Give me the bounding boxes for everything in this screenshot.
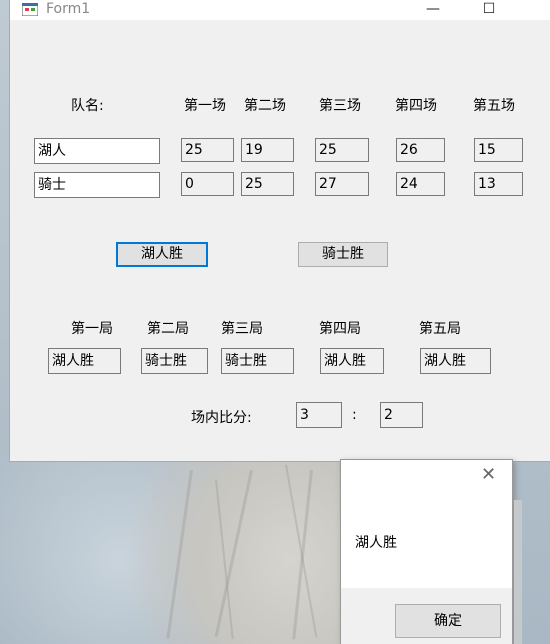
game-3-header: 第三场 [319,98,361,114]
app-icon [22,3,38,16]
score-left-input[interactable]: 3 [296,402,342,428]
team-name-label: 队名: [71,98,104,114]
round-4-label: 第四局 [319,321,361,337]
team-1-game-1-input[interactable]: 25 [181,138,234,162]
game-2-header: 第二场 [244,98,286,114]
background-scrollbar [514,500,522,644]
team-1-game-5-input[interactable]: 15 [474,138,523,162]
window-title: Form1 [46,1,91,17]
title-bar[interactable]: Form1 — ☐ [10,0,550,20]
main-window: Form1 — ☐ 队名: 第一场 第二场 第三场 第四场 第五场 湖人 25 … [9,0,550,462]
message-text: 湖人胜 [355,535,397,551]
team-1-game-4-input[interactable]: 26 [396,138,445,162]
cavs-win-button[interactable]: 骑士胜 [298,242,388,267]
team-2-game-3-input[interactable]: 27 [315,172,369,196]
message-box: ✕ 湖人胜 确定 [340,459,513,644]
ok-button[interactable]: 确定 [395,604,501,638]
game-4-header: 第四场 [395,98,437,114]
team-2-game-2-input[interactable]: 25 [241,172,294,196]
round-2-label: 第二局 [147,321,189,337]
lakers-win-button[interactable]: 湖人胜 [116,242,208,267]
team-1-name-input[interactable]: 湖人 [34,138,160,164]
game-1-header: 第一场 [184,98,226,114]
minimize-icon[interactable]: — [410,0,456,20]
team-1-game-3-input[interactable]: 25 [315,138,369,162]
round-3-label: 第三局 [221,321,263,337]
close-icon[interactable]: ✕ [481,464,496,485]
team-2-game-1-input[interactable]: 0 [181,172,234,196]
round-1-result[interactable]: 湖人胜 [48,348,121,374]
round-4-result[interactable]: 湖人胜 [320,348,384,374]
team-2-game-5-input[interactable]: 13 [474,172,523,196]
team-2-game-4-input[interactable]: 24 [396,172,445,196]
maximize-icon[interactable]: ☐ [466,0,512,20]
team-1-game-2-input[interactable]: 19 [241,138,294,162]
match-score-label: 场内比分: [191,410,252,426]
round-5-result[interactable]: 湖人胜 [420,348,491,374]
round-3-result[interactable]: 骑士胜 [221,348,294,374]
team-2-name-input[interactable]: 骑士 [34,172,160,198]
game-5-header: 第五场 [473,98,515,114]
score-right-input[interactable]: 2 [380,402,423,428]
message-footer: 确定 [341,588,512,644]
round-1-label: 第一局 [71,321,113,337]
score-separator: : [352,407,357,423]
round-2-result[interactable]: 骑士胜 [141,348,208,374]
round-5-label: 第五局 [419,321,461,337]
